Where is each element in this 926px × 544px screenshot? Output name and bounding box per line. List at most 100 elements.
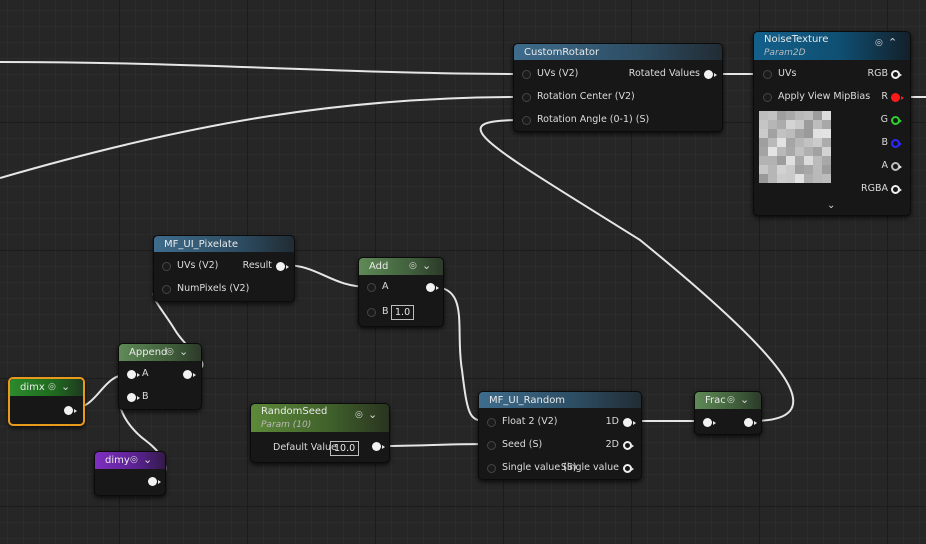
random-seed-header[interactable]: RandomSeed Param (10) ◎ ⌄	[251, 404, 389, 432]
random-node[interactable]: MF_UI_Random Float 2 (V2) Seed (S) Singl…	[478, 391, 642, 480]
append-b-pin[interactable]	[127, 393, 140, 402]
preview-pixel	[759, 129, 768, 138]
dimy-title: dimy	[105, 455, 130, 466]
preview-pixel	[759, 120, 768, 129]
circle-toggle-icon[interactable]: ◎	[355, 410, 363, 420]
custom-rotator-header[interactable]: CustomRotator	[514, 44, 722, 60]
preview-pixel	[795, 111, 804, 120]
result-pin[interactable]	[276, 262, 289, 271]
chevron-down-icon[interactable]: ⌄	[368, 408, 377, 421]
noise-texture-subtitle: Param2D	[764, 48, 806, 58]
frac-header[interactable]: Frac ◎ ⌄	[695, 392, 761, 409]
pixelate-header[interactable]: MF_UI_Pixelate	[154, 236, 294, 252]
r-output-pin[interactable]	[891, 93, 904, 102]
seed-input-pin[interactable]	[487, 441, 496, 450]
add-b-pin[interactable]	[367, 308, 376, 317]
b-output-pin[interactable]	[891, 139, 902, 148]
dimy-node[interactable]: dimy ◎ ⌄	[94, 451, 166, 496]
circle-toggle-icon[interactable]: ◎	[166, 347, 174, 357]
preview-pixel	[786, 111, 795, 120]
preview-pixel	[795, 138, 804, 147]
chevron-down-icon[interactable]: ⌄	[143, 453, 152, 466]
random-seed-node[interactable]: RandomSeed Param (10) ◎ ⌄ Default Value …	[250, 403, 390, 463]
preview-pixel	[786, 174, 795, 183]
dimx-node[interactable]: dimx ◎ ⌄	[8, 377, 85, 426]
pixelate-node[interactable]: MF_UI_Pixelate UVs (V2) NumPixels (V2) R…	[153, 235, 295, 302]
preview-pixel	[759, 111, 768, 120]
1d-output-pin[interactable]	[623, 418, 636, 427]
pixelate-uvs-label: UVs (V2)	[177, 260, 219, 271]
preview-pixel	[777, 156, 786, 165]
chevron-down-icon[interactable]: ⌄	[61, 380, 70, 393]
add-output-pin[interactable]	[426, 283, 439, 292]
preview-pixel	[768, 111, 777, 120]
chevron-down-icon[interactable]: ⌄	[827, 200, 835, 211]
1d-output-label: 1D	[605, 416, 619, 427]
preview-pixel	[795, 165, 804, 174]
preview-pixel	[759, 138, 768, 147]
result-label: Result	[242, 260, 272, 271]
add-title: Add	[369, 261, 389, 272]
add-b-value-field[interactable]: 1.0	[391, 305, 415, 320]
dimy-output-pin[interactable]	[148, 477, 161, 486]
add-node[interactable]: Add ◎ ⌄ A B 1.0	[358, 257, 444, 327]
dimx-output-pin[interactable]	[64, 406, 77, 415]
chevron-down-icon[interactable]: ⌄	[740, 393, 749, 406]
preview-pixel	[768, 129, 777, 138]
circle-toggle-icon[interactable]: ◎	[727, 395, 735, 405]
preview-pixel	[759, 165, 768, 174]
append-node[interactable]: Append ◎ ⌄ A B	[118, 343, 202, 410]
chevron-up-icon[interactable]: ⌃	[888, 36, 897, 49]
g-output-pin[interactable]	[891, 116, 902, 125]
dimx-header[interactable]: dimx ◎ ⌄	[10, 379, 83, 396]
append-a-pin[interactable]	[127, 370, 140, 379]
preview-pixel	[786, 147, 795, 156]
add-a-label: A	[382, 281, 389, 292]
frac-input-pin[interactable]	[703, 418, 716, 427]
single-value-input-pin[interactable]	[487, 464, 496, 473]
circle-toggle-icon[interactable]: ◎	[875, 38, 883, 48]
float2-input-pin[interactable]	[487, 418, 496, 427]
chevron-down-icon[interactable]: ⌄	[422, 259, 431, 272]
append-header[interactable]: Append ◎ ⌄	[119, 344, 201, 361]
random-seed-title: RandomSeed	[261, 406, 328, 417]
2d-output-pin[interactable]	[623, 441, 634, 450]
single-value-output-pin[interactable]	[623, 464, 634, 473]
noise-texture-header[interactable]: NoiseTexture Param2D ◎ ⌃	[754, 32, 910, 60]
preview-pixel	[759, 174, 768, 183]
preview-pixel	[777, 120, 786, 129]
circle-toggle-icon[interactable]: ◎	[48, 382, 56, 392]
chevron-down-icon[interactable]: ⌄	[179, 345, 188, 358]
noise-texture-node[interactable]: NoiseTexture Param2D ◎ ⌃ UVs Apply View …	[753, 31, 911, 216]
noise-uvs-pin[interactable]	[763, 70, 772, 79]
circle-toggle-icon[interactable]: ◎	[409, 261, 417, 271]
add-a-pin[interactable]	[367, 283, 376, 292]
numpixels-pin[interactable]	[162, 285, 171, 294]
preview-pixel	[768, 156, 777, 165]
uvs-input-pin[interactable]	[522, 70, 531, 79]
frac-output-pin[interactable]	[744, 418, 757, 427]
append-output-pin[interactable]	[183, 370, 196, 379]
rotation-center-pin[interactable]	[522, 93, 531, 102]
rotation-angle-pin[interactable]	[522, 116, 531, 125]
add-header[interactable]: Add ◎ ⌄	[359, 258, 443, 275]
preview-pixel	[768, 147, 777, 156]
preview-pixel	[804, 147, 813, 156]
dimy-header[interactable]: dimy ◎ ⌄	[95, 452, 165, 469]
custom-rotator-node[interactable]: CustomRotator UVs (V2) Rotation Center (…	[513, 43, 723, 132]
a-output-pin[interactable]	[891, 162, 902, 171]
random-header[interactable]: MF_UI_Random	[479, 392, 641, 408]
random-seed-output-pin[interactable]	[372, 442, 385, 451]
frac-node[interactable]: Frac ◎ ⌄	[694, 391, 762, 435]
pixelate-uvs-pin[interactable]	[162, 262, 171, 271]
rgb-output-pin[interactable]	[891, 70, 902, 79]
preview-pixel	[813, 147, 822, 156]
default-value-field[interactable]: 10.0	[330, 441, 360, 456]
circle-toggle-icon[interactable]: ◎	[130, 455, 138, 465]
wire-frac-to-angle	[479, 119, 795, 422]
preview-pixel	[822, 147, 831, 156]
mipbias-pin[interactable]	[763, 93, 772, 102]
preview-pixel	[795, 147, 804, 156]
rgba-output-pin[interactable]	[891, 185, 902, 194]
rotated-values-pin[interactable]	[704, 70, 717, 79]
